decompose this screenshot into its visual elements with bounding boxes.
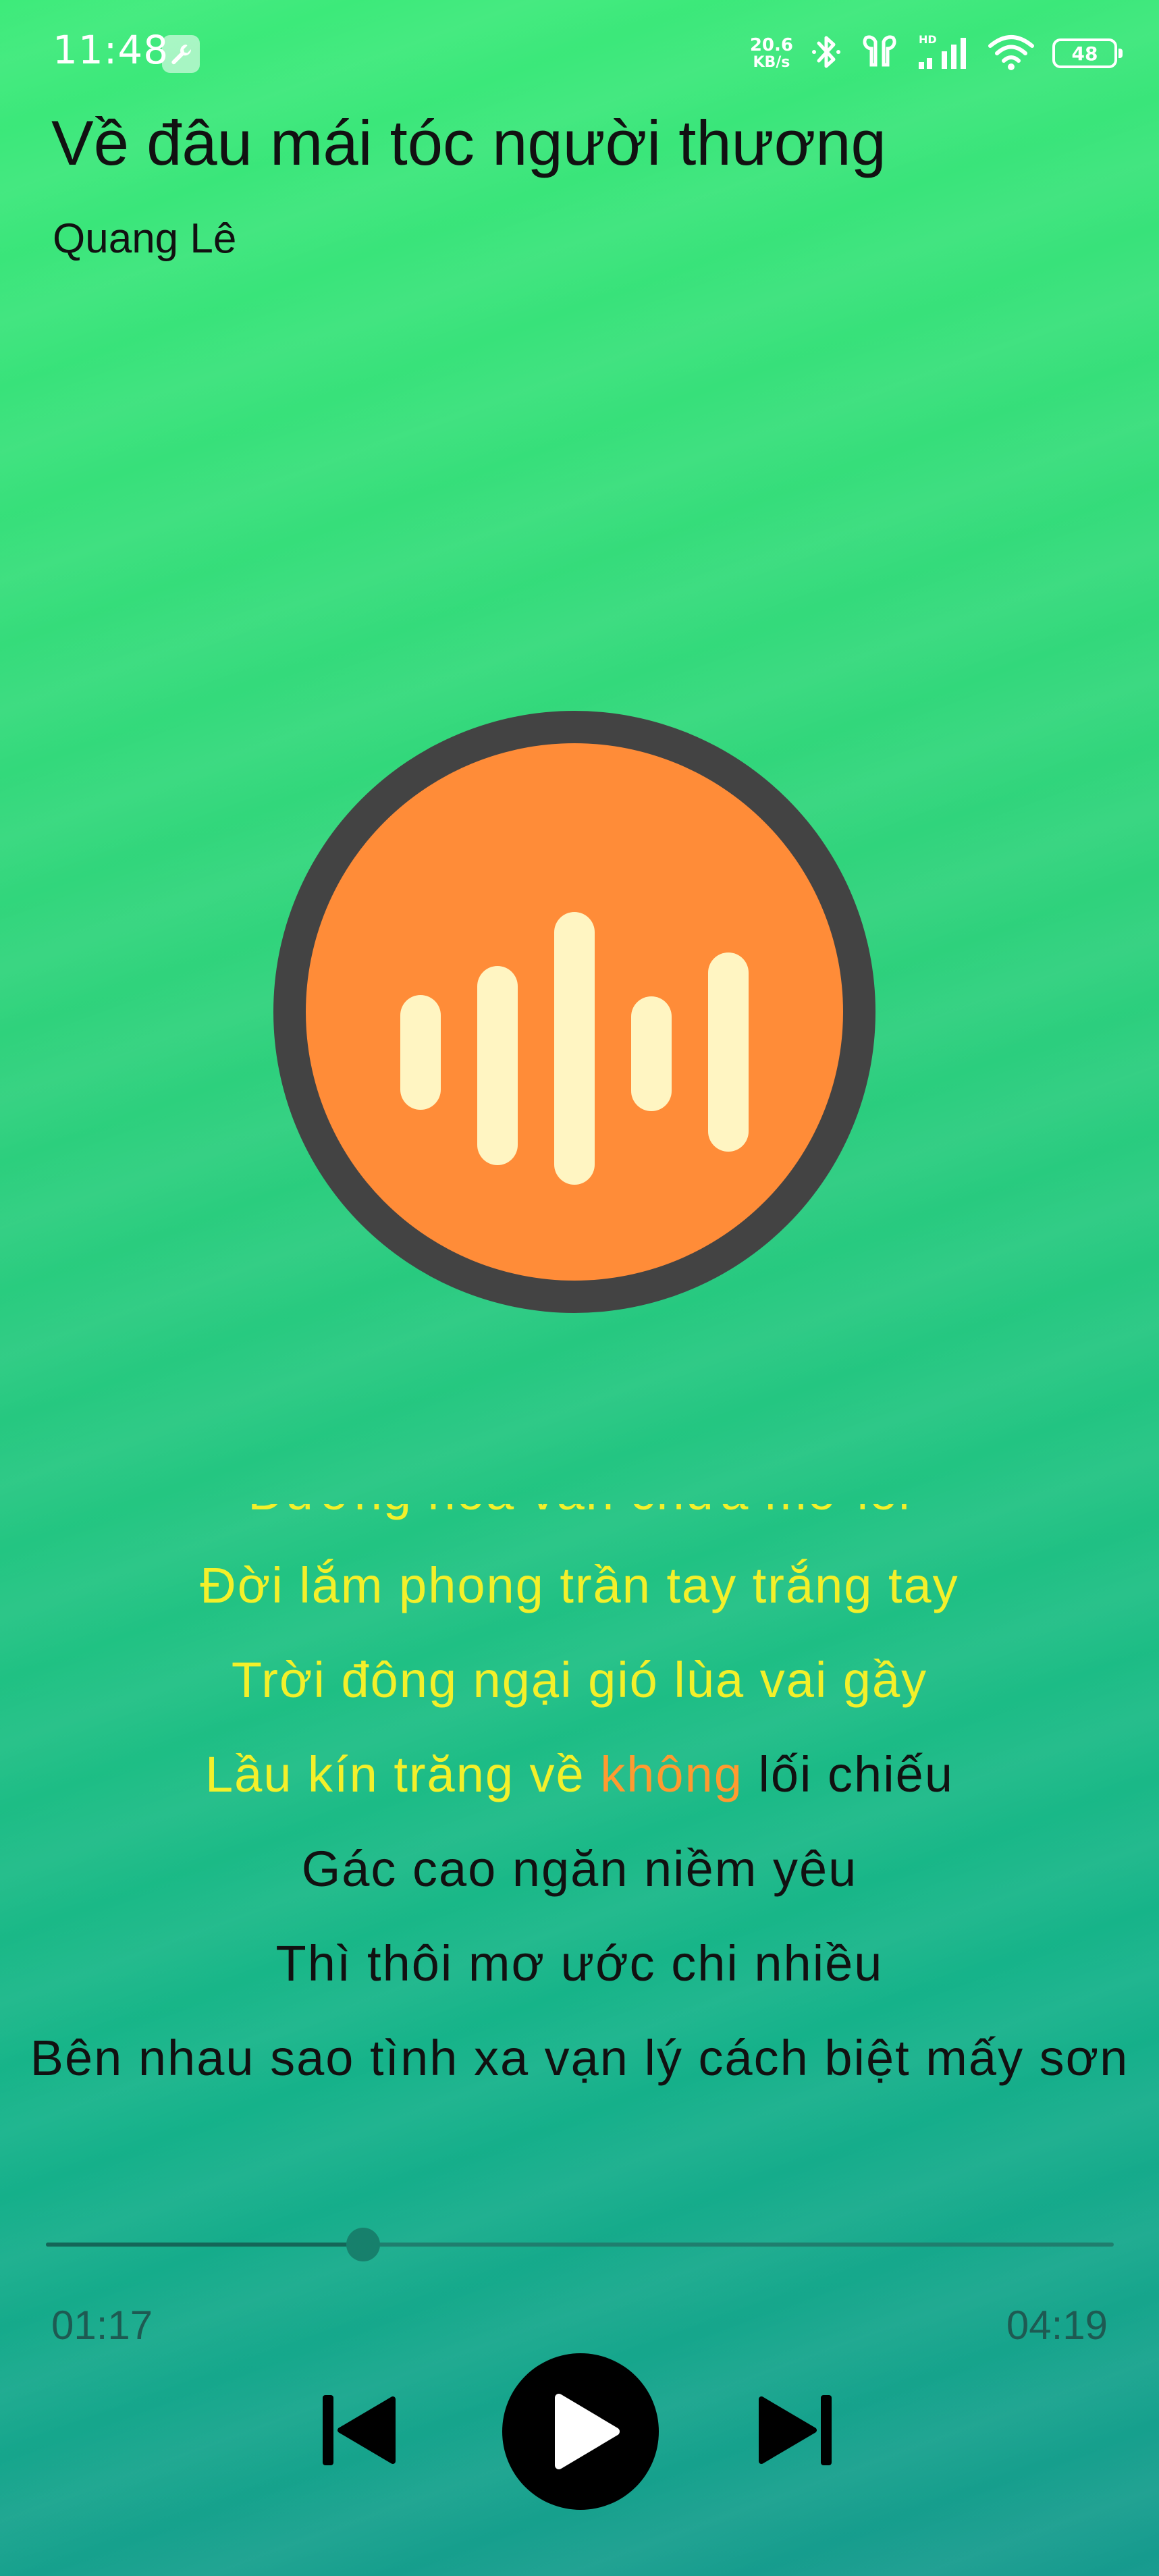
wrench-icon [162, 35, 200, 73]
battery-icon: 48 [1052, 38, 1123, 68]
skip-next-icon [759, 2395, 832, 2465]
lyric-line: Thì thôi mơ ước chi nhiều [275, 1935, 884, 1991]
status-time: 11:48 [53, 27, 169, 73]
skip-previous-icon [323, 2395, 396, 2465]
lyric-line-current: Lầu kín trăng về không lối chiếu [0, 1746, 1159, 1803]
lyric-line: Gác cao ngăn niềm yêu [301, 1841, 858, 1897]
total-duration: 04:19 [1006, 2303, 1108, 2348]
lyrics-panel[interactable]: Đường hoa vẫn chưa mở lối Đời lắm phong … [0, 1504, 1159, 2099]
network-speed-value: 20.6 [749, 35, 793, 55]
earbuds-icon [859, 32, 900, 74]
play-icon [555, 2394, 620, 2469]
battery-level: 48 [1071, 42, 1098, 65]
previous-button[interactable] [317, 2390, 398, 2471]
lyric-line: Bên nhau sao tình xa vạn lý cách biệt mấ… [30, 2030, 1129, 2086]
progress-fill [46, 2243, 363, 2247]
lyric-upcoming-part: lối chiếu [743, 1746, 954, 1802]
lyric-line: Trời đông ngại gió lùa vai gầy [231, 1652, 928, 1708]
wave-bar [477, 966, 518, 1165]
bluetooth-icon [811, 32, 842, 74]
elapsed-time: 01:17 [51, 2303, 153, 2348]
song-artist: Quang Lê [53, 215, 237, 262]
wave-bar [708, 952, 749, 1152]
lyric-current-word: không [600, 1746, 743, 1802]
status-bar: 11:48 20.6 KB/s HD 48 [0, 0, 1159, 108]
wave-bar [554, 912, 595, 1185]
music-player-screen: 11:48 20.6 KB/s HD 48 Về đâu mái tóc ngư… [0, 0, 1159, 2576]
lyric-sung-part: Lầu kín trăng về [205, 1746, 601, 1802]
svg-text:HD: HD [919, 33, 937, 46]
lyric-line: Đường hoa vẫn chưa mở lối [0, 1504, 1159, 1521]
status-icons: 20.6 KB/s HD 48 [750, 30, 1123, 77]
wave-bar [631, 996, 672, 1111]
album-art-disc [306, 743, 843, 1281]
wifi-icon [988, 32, 1035, 74]
wave-bar [400, 995, 441, 1110]
progress-thumb[interactable] [346, 2228, 380, 2261]
network-speed-unit: KB/s [753, 54, 790, 71]
hd-signal-icon: HD [917, 32, 970, 74]
play-button[interactable] [502, 2353, 659, 2510]
network-speed: 20.6 KB/s [750, 36, 793, 70]
progress-slider[interactable] [46, 2228, 1114, 2261]
song-title: Về đâu mái tóc người thương [51, 107, 886, 178]
album-art [273, 711, 875, 1313]
next-button[interactable] [756, 2390, 837, 2471]
lyric-line: Đời lắm phong trần tay trắng tay [200, 1557, 959, 1613]
